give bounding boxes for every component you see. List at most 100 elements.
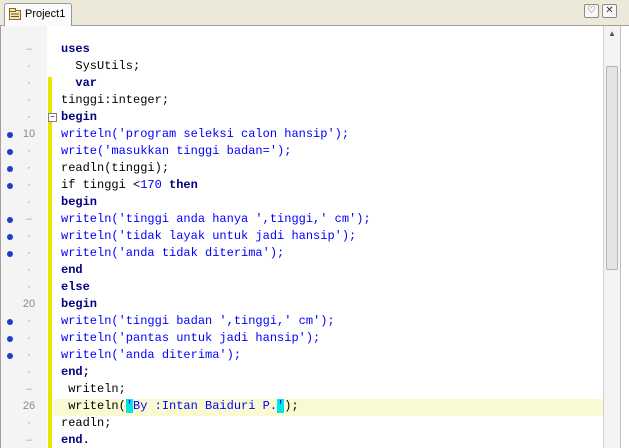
code-line[interactable]: · tinggi:integer; (1, 92, 604, 109)
line-dot: · (27, 77, 31, 89)
line-dot: · (27, 196, 31, 208)
code-text: writeln('anda tidak diterima'); (61, 246, 285, 260)
code-line[interactable]: · SysUtils; (1, 58, 604, 75)
line-dot: · (27, 247, 31, 259)
code-text: uses (61, 42, 90, 56)
line-dash: – (25, 213, 33, 225)
line-dot: · (27, 230, 31, 242)
line-dot: · (27, 264, 31, 276)
breakpoint-dot-icon[interactable] (7, 251, 13, 257)
code-text: write('masukkan tinggi badan='); (61, 144, 292, 158)
line-dot: · (27, 349, 31, 361)
code-line[interactable]: · else (1, 279, 604, 296)
line-number: 10 (22, 128, 36, 140)
line-dash: – (25, 434, 33, 446)
code-line[interactable]: · if tinggi <170 then (1, 177, 604, 194)
line-dot: · (27, 417, 31, 429)
code-text: begin (61, 297, 98, 311)
code-token: writeln( (61, 399, 126, 413)
line-dot: · (27, 179, 31, 191)
tab-label: Project1 (25, 8, 66, 20)
code-line[interactable]: – end. (1, 432, 604, 448)
restore-icon: ♡ (587, 5, 596, 16)
code-text: writeln('program seleksi calon hansip'); (61, 127, 350, 141)
line-dot: · (27, 60, 31, 72)
fold-toggle-icon[interactable]: − (48, 113, 57, 122)
code-line[interactable]: · end (1, 262, 604, 279)
code-text: writeln('tidak layak untuk jadi hansip')… (61, 229, 357, 243)
code-line[interactable]: · writeln('anda tidak diterima'); (1, 245, 604, 262)
code-text: writeln('anda diterima'); (61, 348, 242, 362)
code-line[interactable]: · writeln('tinggi badan ',tinggi,' cm'); (1, 313, 604, 330)
code-text: if tinggi <170 then (61, 177, 198, 194)
code-line[interactable]: · readln; (1, 415, 604, 432)
scroll-thumb[interactable] (606, 66, 618, 270)
breakpoint-dot-icon[interactable] (7, 336, 13, 342)
code-line[interactable]: · write('masukkan tinggi badan='); (1, 143, 604, 160)
breakpoint-dot-icon[interactable] (7, 353, 13, 359)
scroll-up-icon[interactable]: ▲ (604, 26, 620, 42)
code-text: writeln; (61, 382, 126, 396)
line-dot: · (27, 366, 31, 378)
code-line[interactable]: · var (1, 75, 604, 92)
code-line[interactable]: · writeln('anda diterima'); (1, 347, 604, 364)
code-text: SysUtils; (61, 59, 141, 73)
code-token: if tinggi < (61, 178, 141, 192)
close-icon: ✕ (605, 5, 614, 16)
code-line[interactable]: · − begin (1, 109, 604, 126)
breakpoint-dot-icon[interactable] (7, 183, 13, 189)
line-number: 20 (22, 298, 36, 310)
line-dot: · (27, 332, 31, 344)
breakpoint-dot-icon[interactable] (7, 149, 13, 155)
code-number: 170 (140, 178, 162, 192)
line-dot: · (27, 281, 31, 293)
breakpoint-dot-icon[interactable] (7, 234, 13, 240)
code-text: begin (61, 110, 98, 124)
code-line[interactable]: · end; (1, 364, 604, 381)
code-line[interactable]: 20 begin (1, 296, 604, 313)
code-text: writeln('pantas untuk jadi hansip'); (61, 331, 321, 345)
code-text: writeln('By :Intan Baiduri P.'); (61, 398, 299, 415)
code-text: end; (61, 365, 90, 379)
code-line[interactable]: – writeln; (1, 381, 604, 398)
code-text: end. (61, 433, 90, 447)
code-text: tinggi:integer; (61, 93, 170, 107)
code-line[interactable]: · writeln('pantas untuk jadi hansip'); (1, 330, 604, 347)
line-dot: · (27, 145, 31, 157)
breakpoint-dot-icon[interactable] (7, 319, 13, 325)
code-text: else (61, 280, 90, 294)
line-dot: · (27, 162, 31, 174)
code-line-current[interactable]: 26 writeln('By :Intan Baiduri P.'); (1, 398, 604, 415)
unit-file-icon (9, 8, 21, 20)
line-number: 26 (22, 400, 36, 412)
code-string: By :Intan Baiduri P. (133, 399, 278, 413)
bracket-highlight: ' (125, 399, 134, 413)
code-text: writeln('tinggi anda hanya ',tinggi,' cm… (61, 212, 371, 226)
code-editor[interactable]: – uses · SysUtils; · var · tinggi:intege… (0, 26, 604, 448)
close-tab-button[interactable]: ✕ (602, 4, 617, 18)
code-line[interactable]: – uses (1, 41, 604, 58)
line-dot: · (27, 94, 31, 106)
tab-bar: Project1 ♡ ✕ (0, 0, 629, 26)
code-text: readln(tinggi); (61, 161, 170, 175)
tab-project1[interactable]: Project1 (4, 3, 73, 26)
code-text: readln; (61, 416, 112, 430)
code-text: var (61, 76, 98, 90)
code-line[interactable]: · begin (1, 194, 604, 211)
side-panel-edge (620, 26, 629, 448)
code-line[interactable]: – writeln('tinggi anda hanya ',tinggi,' … (1, 211, 604, 228)
breakpoint-dot-icon[interactable] (7, 217, 13, 223)
line-dot: · (27, 111, 31, 123)
breakpoint-dot-icon[interactable] (7, 166, 13, 172)
code-line[interactable]: 10 writeln('program seleksi calon hansip… (1, 126, 604, 143)
code-line[interactable]: · readln(tinggi); (1, 160, 604, 177)
code-text: begin (61, 195, 98, 209)
line-dash: – (25, 383, 33, 395)
code-keyword: then (161, 178, 198, 192)
breakpoint-dot-icon[interactable] (7, 132, 13, 138)
code-text: end (61, 263, 83, 277)
restore-button[interactable]: ♡ (584, 4, 599, 18)
code-line[interactable]: · writeln('tidak layak untuk jadi hansip… (1, 228, 604, 245)
vertical-scrollbar[interactable]: ▲ (603, 26, 620, 448)
line-dot: · (27, 315, 31, 327)
